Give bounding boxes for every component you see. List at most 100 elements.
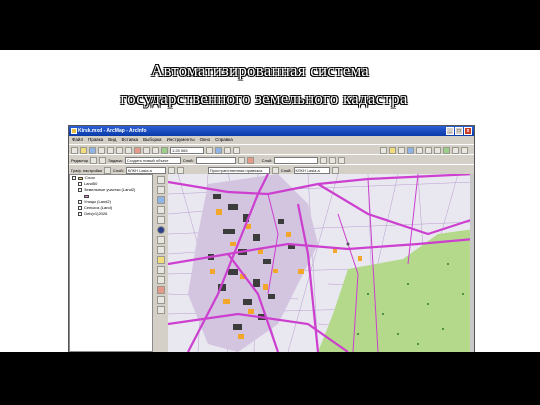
hyperlink-bolt-icon[interactable] [156,306,165,314]
menu-insert[interactable]: Вставка [121,136,138,144]
fixed-zoom-in-icon[interactable] [156,196,165,204]
close-button[interactable]: x [464,127,472,135]
georef-tool-icon[interactable] [320,156,328,164]
find-icon[interactable] [407,146,414,154]
menu-view[interactable]: Вид [108,136,116,144]
hyperlink-icon[interactable] [389,146,396,154]
measure-ruler-icon[interactable] [156,296,165,304]
tools-toolbar [154,174,167,352]
info-identify-icon[interactable] [156,276,165,284]
toc-layer-label: Geb(v1)2026 [84,211,108,216]
menu-bar: Файл Правка Вид Вставка Выборка Инструме… [69,136,474,144]
layer-tool2-icon[interactable] [176,166,184,174]
sketch-properties-icon[interactable] [246,156,254,164]
layers-icon [78,176,83,180]
refresh-icon[interactable] [461,146,468,154]
menu-tools[interactable]: Инструменты [167,136,195,144]
menu-edit[interactable]: Правка [88,136,103,144]
map-view[interactable] [168,174,474,352]
find-binoculars-icon[interactable] [156,286,165,294]
back-extent-icon[interactable] [443,146,450,154]
spatial-tool-icon[interactable] [271,166,279,174]
next-extent-icon[interactable] [156,246,165,254]
arcmap-window: Kirsk.mxd - ArcMap - ArcInfo _ □ x Файл … [68,125,475,352]
layer2-tool-icon[interactable] [331,166,339,174]
zoom-in-icon[interactable] [156,176,165,184]
command-line-icon[interactable] [224,146,231,154]
attributes-icon[interactable] [237,156,245,164]
layer-checkbox[interactable] [78,188,82,192]
layer2-combo[interactable]: КЛКН l-asia.a [293,166,330,174]
target-label: Слой: [182,157,194,163]
minimize-button[interactable]: _ [446,127,454,135]
toc-layer[interactable]: Geb(v1)2026 [70,211,152,217]
print-icon[interactable] [98,146,105,154]
delete-icon[interactable] [134,146,141,154]
identify-icon[interactable] [380,146,387,154]
view-link-table-icon[interactable] [338,156,346,164]
fixed-zoom-out-icon[interactable] [156,206,165,214]
measure-icon[interactable] [398,146,405,154]
layer2-label: Слой: [280,167,292,173]
editor-toolbar-icon[interactable] [206,146,213,154]
redo-icon[interactable] [152,146,159,154]
maximize-button[interactable]: □ [455,127,463,135]
menu-window[interactable]: Окно [200,136,210,144]
sketch-tool-icon[interactable] [99,156,107,164]
full-extent-globe-icon[interactable] [156,226,165,234]
window-titlebar[interactable]: Kirsk.mxd - ArcMap - ArcInfo _ □ x [69,126,474,136]
expand-icon[interactable] [72,176,76,180]
cut-icon[interactable] [107,146,114,154]
select-features-icon[interactable] [156,256,165,264]
map-point [346,242,350,246]
target-combo[interactable] [195,156,236,164]
map-scrollbar[interactable] [470,174,474,352]
layer-checkbox[interactable] [78,200,82,204]
table-of-contents: Слои Land50 Земельные участки (Land2) Ул… [69,174,153,352]
menu-selection[interactable]: Выборка [143,136,161,144]
paste-icon[interactable] [125,146,132,154]
layer-label: Слой: [112,167,124,173]
task-combo[interactable]: Создать новый объект [124,156,181,164]
edit-tool-icon[interactable] [90,156,98,164]
whats-this-icon[interactable] [233,146,240,154]
zoom-out-icon[interactable] [156,186,165,194]
task-label: Задача: [108,157,123,163]
arcmap-app-icon [71,128,77,134]
pan-icon[interactable] [434,146,441,154]
select-elements-icon[interactable] [416,146,423,154]
forward-extent-icon[interactable] [452,146,459,154]
layer-checkbox[interactable] [78,212,82,216]
georef-combo[interactable] [274,156,319,164]
add-data-icon[interactable] [161,146,168,154]
pan-hand-icon[interactable] [156,216,165,224]
parcel-legend-swatch [84,194,89,198]
new-document-icon[interactable] [71,146,78,154]
editor-menu[interactable]: Редактор [71,158,88,163]
slide: Автоматизированная система государственн… [0,50,540,352]
undo-icon[interactable] [143,146,150,154]
zoom-full-icon[interactable] [425,146,432,154]
layer-checkbox[interactable] [78,206,82,210]
open-folder-icon[interactable] [80,146,87,154]
layer-checkbox[interactable] [78,182,82,186]
copy-icon[interactable] [116,146,123,154]
georef-label: Слой: [261,157,273,163]
save-icon[interactable] [89,146,96,154]
layer-tool-icon[interactable] [167,166,175,174]
layer-combo[interactable]: КЛКН l-asia.a [125,166,166,174]
toc-layer-label: Земельные участки (Land2) [84,187,136,192]
tools-label: Граф. настройки [71,167,102,173]
add-control-points-icon[interactable] [329,156,337,164]
select-pointer-icon[interactable] [156,266,165,274]
menu-help[interactable]: Справка [215,136,233,144]
map-scale-combo[interactable]: 1:25 565 [170,146,204,154]
arctoolbox-icon[interactable] [215,146,222,154]
spatial-reference-combo[interactable]: Пространственная привязка [207,166,270,174]
cadastral-map[interactable] [168,174,474,352]
slide-title-line2: государственного земельного кадастра [120,89,408,108]
window-title: Kirsk.mxd - ArcMap - ArcInfo [78,128,147,134]
tools-dropdown-icon[interactable] [103,166,111,174]
menu-file[interactable]: Файл [72,136,83,144]
previous-extent-icon[interactable] [156,236,165,244]
